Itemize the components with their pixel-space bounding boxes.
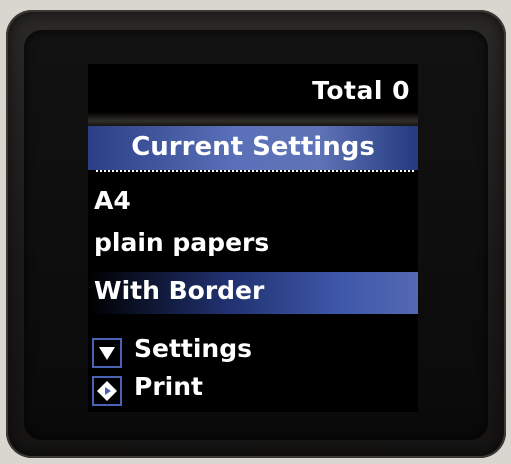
page-title: Current Settings	[131, 132, 375, 162]
dotted-divider	[96, 170, 414, 172]
start-diamond-icon	[92, 376, 122, 406]
print-label: Print	[134, 372, 203, 401]
total-count: Total 0	[312, 76, 410, 105]
settings-label: Settings	[134, 334, 253, 363]
setting-paper-type[interactable]: plain papers	[94, 228, 269, 257]
down-arrow-icon	[92, 338, 122, 368]
setting-paper-size[interactable]: A4	[94, 186, 131, 215]
lcd-screen: Total 0 Current Settings A4 plain papers…	[88, 64, 418, 412]
setting-border[interactable]: With Border	[94, 276, 264, 305]
header-bar: Current Settings	[88, 126, 418, 170]
